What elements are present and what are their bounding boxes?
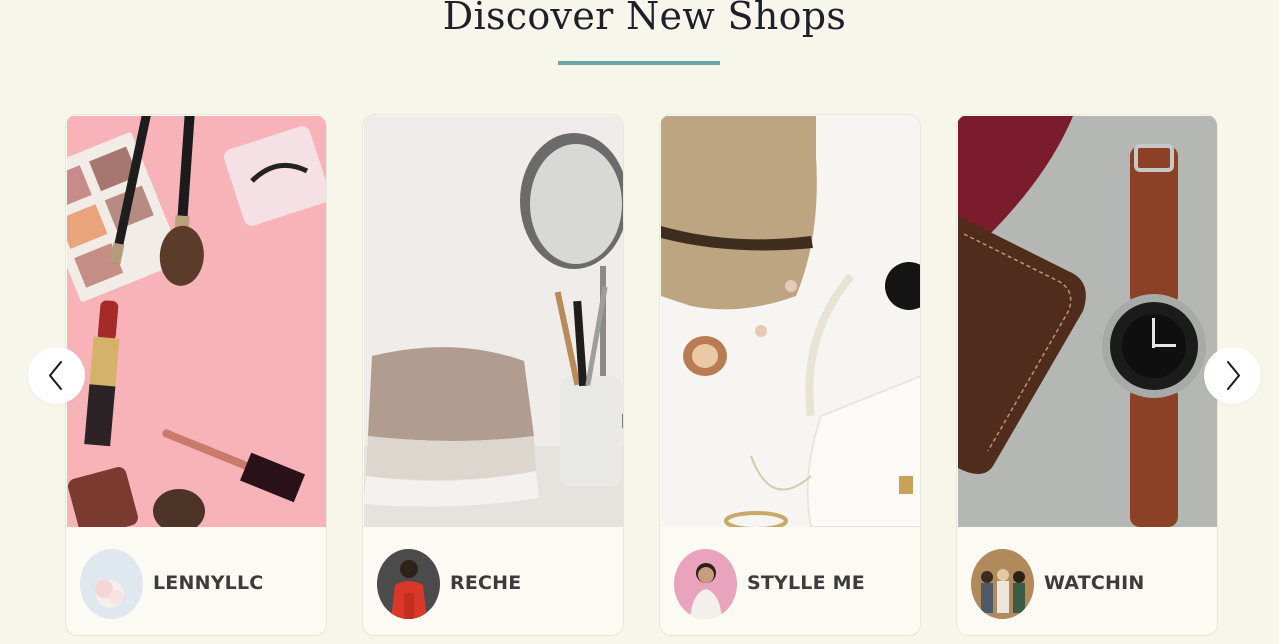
shop-cover-image[interactable]	[364, 116, 623, 527]
shop-name[interactable]: RECHE	[450, 572, 521, 594]
carousel-next-button[interactable]	[1204, 347, 1261, 404]
shop-cover-image[interactable]	[661, 116, 920, 527]
carousel-prev-button[interactable]	[28, 347, 85, 404]
hat-and-accessories-photo	[661, 116, 920, 527]
towels-and-brushes-photo	[364, 116, 623, 527]
shop-card-lennyllc[interactable]: LENNYLLC	[65, 114, 327, 636]
shop-card-watchin[interactable]: WATCHIN	[956, 114, 1218, 636]
title-underline	[558, 61, 720, 65]
chevron-right-icon	[1227, 361, 1240, 390]
section-title: Discover New Shops	[442, 0, 847, 38]
shop-name[interactable]: WATCHIN	[1044, 572, 1145, 594]
shop-avatar	[971, 549, 1034, 619]
chevron-left-icon	[49, 361, 62, 390]
group-avatar-icon	[971, 549, 1034, 619]
makeup-flatlay-photo	[67, 116, 326, 527]
watch-and-wallet-photo	[958, 116, 1217, 527]
shop-cover-image[interactable]	[958, 116, 1217, 527]
shop-card-stylle-me[interactable]: STYLLE ME	[659, 114, 921, 636]
shop-cover-image[interactable]	[67, 116, 326, 527]
shop-avatar	[674, 549, 737, 619]
shop-name[interactable]: LENNYLLC	[153, 572, 263, 594]
woman-avatar-icon	[674, 549, 737, 619]
shop-avatar	[377, 549, 440, 619]
flower-avatar-icon	[80, 549, 143, 619]
shops-carousel: LENNYLLC RECHE STYLLE ME WATCHIN	[65, 114, 1221, 638]
shop-name[interactable]: STYLLE ME	[747, 572, 865, 594]
person-red-avatar-icon	[377, 549, 440, 619]
shop-card-reche[interactable]: RECHE	[362, 114, 624, 636]
shop-avatar	[80, 549, 143, 619]
